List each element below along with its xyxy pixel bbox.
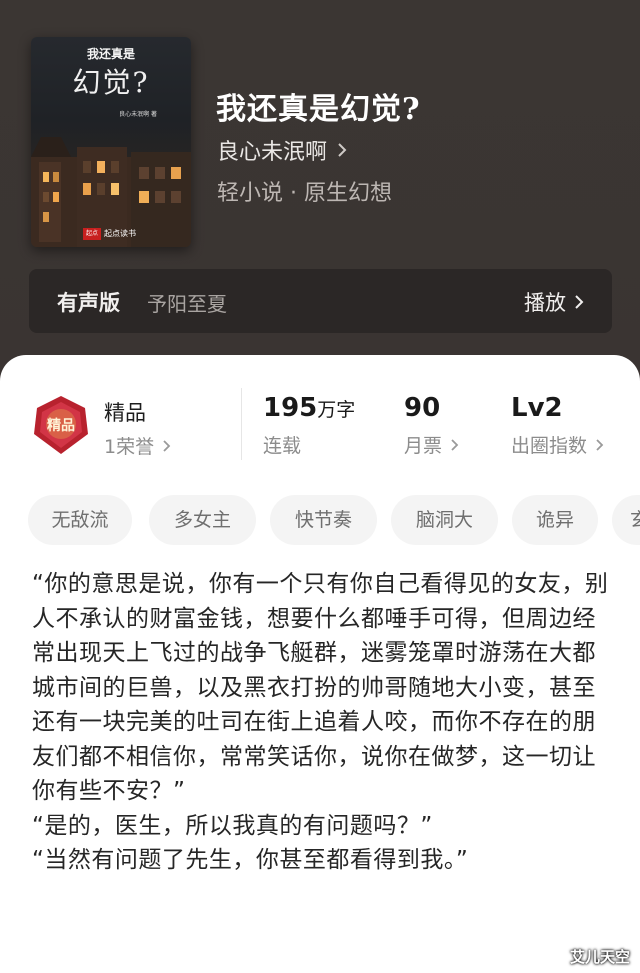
stats-divider	[241, 388, 242, 460]
quality-title: 精品	[104, 401, 146, 425]
chevron-right-icon	[575, 295, 584, 309]
author-link[interactable]: 良心未泯啊	[217, 134, 347, 166]
chevron-right-icon	[163, 439, 171, 452]
audio-narrator: 予阳至夏	[147, 292, 227, 316]
synopsis-paragraph: “是的，医生，所以我真的有问题吗？”	[32, 812, 433, 839]
audio-label: 有声版	[57, 291, 120, 315]
synopsis-paragraph: “你的意思是说，你有一个只有你自己看得见的女友，别人不承认的财富金钱，想要什么都…	[32, 571, 609, 804]
book-title: 我还真是幻觉?	[216, 92, 421, 127]
monthly-ticket-stat[interactable]: 90 月票	[404, 393, 459, 458]
audio-version-bar[interactable]: 有声版 予阳至夏 播放	[29, 269, 612, 333]
tag-chip[interactable]: 多女主	[149, 495, 256, 545]
synopsis-paragraph: “当然有问题了先生，你甚至都看得到我。”	[32, 847, 469, 873]
author-name: 良心未泯啊	[217, 140, 328, 165]
monthly-ticket-value: 90	[404, 393, 441, 423]
watermark: 艾儿天空	[569, 948, 630, 966]
monthly-ticket-label: 月票	[404, 435, 443, 457]
honor-count: 1荣誉	[104, 436, 155, 458]
popularity-level-value: Lv2	[511, 393, 563, 423]
quality-badge-icon[interactable]: 精品	[30, 394, 92, 456]
cover-publisher-badge: 起点	[83, 228, 102, 240]
chevron-right-icon	[338, 143, 347, 157]
audio-play-button[interactable]: 播放	[524, 287, 584, 317]
quality-badge-text: 精品	[47, 417, 75, 434]
cover-title-top: 我还真是	[86, 47, 135, 61]
popularity-level-label: 出圈指数	[511, 435, 588, 457]
tag-chip[interactable]: 诡异	[512, 495, 598, 545]
tag-chip[interactable]: 玄	[612, 495, 640, 545]
cover-title-big: 幻觉?	[72, 66, 150, 99]
tag-list: 无敌流 多女主 快节奏 脑洞大 诡异 玄	[28, 495, 640, 545]
tag-chip[interactable]: 脑洞大	[391, 495, 498, 545]
monthly-ticket-label-row: 月票	[404, 431, 459, 458]
popularity-level-label-row: 出圈指数	[511, 431, 604, 458]
book-synopsis[interactable]: “你的意思是说，你有一个只有你自己看得见的女友，别人不承认的财富金钱，想要什么都…	[32, 567, 612, 878]
serial-status: 连载	[263, 435, 302, 457]
cover-brand: 起点读书	[104, 229, 136, 238]
word-count-unit: 万字	[317, 399, 356, 421]
chevron-right-icon	[451, 438, 459, 451]
word-count-stat: 195万字 连载	[263, 393, 355, 458]
word-count-value-row: 195万字	[263, 393, 355, 423]
tag-chip[interactable]: 快节奏	[270, 495, 377, 545]
chevron-right-icon	[596, 438, 604, 451]
tag-chip[interactable]: 无敌流	[28, 495, 132, 545]
book-cover[interactable]: 我还真是 幻觉? 良心未泯啊 著 起点 起点读书	[31, 37, 191, 247]
book-genre: 轻小说 · 原生幻想	[217, 181, 392, 206]
word-count-value: 195	[263, 393, 318, 423]
book-detail-sheet: 精品 精品 1荣誉 195万字 连载 90 月票 Lv2 出圈指数 无敌流 多女…	[0, 355, 640, 973]
book-header: 我还真是 幻觉? 良心未泯啊 著 起点 起点读书 我还真是幻觉? 良心未泯啊 轻…	[0, 0, 640, 360]
audio-play-label: 播放	[524, 291, 566, 315]
popularity-level-stat[interactable]: Lv2 出圈指数	[511, 393, 604, 458]
honor-link[interactable]: 1荣誉	[104, 432, 171, 459]
